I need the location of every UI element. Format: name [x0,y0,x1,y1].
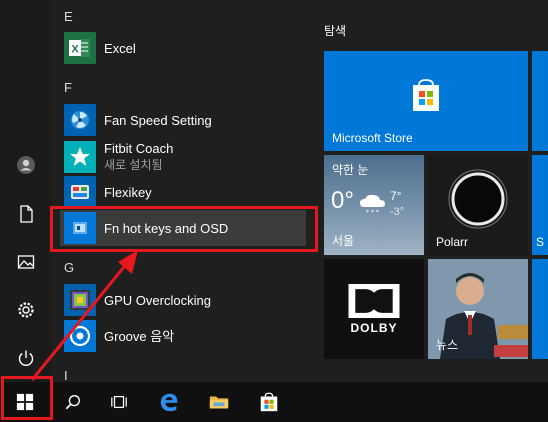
tile-dolby[interactable]: DOLBY [324,259,424,359]
list-item-label: Fitbit Coach [104,141,174,156]
tile-area: 탐색 Microsoft Store 약한 눈 0° * * * 7° -3° … [314,0,548,382]
tile-label: 뉴스 [436,338,459,352]
tile-group-label: 탐색 [324,24,347,38]
svg-text:* * *: * * * [366,209,379,215]
list-item-flexikey[interactable]: Flexikey [60,174,306,210]
tile-partial-right-2[interactable]: S [532,155,548,255]
task-view-icon [111,395,127,409]
list-item-label: Flexikey [104,184,152,200]
power-icon [18,350,34,366]
tile-label: Polarr [436,235,469,249]
file-explorer-button[interactable] [196,382,242,422]
tile-label: Microsoft Store [332,131,413,145]
task-view-button[interactable] [96,382,142,422]
store-bag-icon [260,392,278,412]
highlight-box-start-button [1,376,53,420]
start-left-rail [0,0,52,382]
group-header-e[interactable]: E [64,9,73,24]
groove-music-icon [64,320,96,352]
document-icon [20,205,33,223]
tile-polarr[interactable]: Polarr [428,155,528,255]
tile-label: S [536,235,545,249]
tile-partial-right-1[interactable] [532,51,548,151]
user-account-button[interactable] [0,143,52,187]
gear-icon [18,302,34,318]
edge-taskbar-button[interactable] [146,382,192,422]
group-header-f[interactable]: F [64,80,72,95]
weather-low: -3° [390,206,405,218]
excel-icon: X [64,32,96,64]
settings-button[interactable] [0,288,52,332]
app-list: E X Excel F Fan Speed Setting Fitbit Coa… [52,0,314,383]
list-item-label: Excel [104,40,136,56]
list-item-fitbit-coach[interactable]: Fitbit Coach 새로 설치됨 [60,138,306,176]
group-header-i[interactable]: I [64,368,68,383]
tile-news[interactable]: 뉴스 [428,259,528,359]
weather-condition: 약한 눈 [332,163,369,177]
dolby-label: DOLBY [350,321,398,335]
newly-installed-label: 새로 설치됨 [104,158,163,172]
weather-city: 서울 [332,234,355,248]
store-bag-icon [413,79,439,111]
start-menu: E X Excel F Fan Speed Setting Fitbit Coa… [0,0,548,422]
search-button[interactable] [50,382,96,422]
power-button[interactable] [0,336,52,380]
pictures-button[interactable] [0,240,52,284]
svg-text:X: X [71,44,79,56]
list-item-label: Groove 음악 [104,328,175,344]
folder-icon [209,396,229,409]
group-header-g[interactable]: G [64,260,74,275]
fitbit-star-icon [64,141,96,173]
weather-temperature: 0° [331,187,354,214]
list-item-label: Fan Speed Setting [104,112,212,128]
documents-button[interactable] [0,192,52,236]
search-icon [65,395,80,410]
list-item-label: GPU Overclocking [104,292,211,308]
tile-partial-right-3[interactable] [532,259,548,359]
taskbar [0,382,548,422]
gpu-overclocking-icon [64,284,96,316]
list-item-excel[interactable]: X Excel [60,30,306,66]
flexikey-icon [64,176,96,208]
edge-icon [160,393,178,412]
user-avatar-icon [17,156,35,174]
weather-high: 7° [390,189,402,203]
list-item-fan-speed-setting[interactable]: Fan Speed Setting [60,102,306,138]
highlight-box-fn-hotkeys [50,206,318,252]
fan-speed-icon [64,104,96,136]
tile-weather[interactable]: 약한 눈 0° * * * 7° -3° 서울 [324,155,424,255]
list-item-gpu-overclocking[interactable]: GPU Overclocking [60,282,306,318]
picture-icon [17,255,35,269]
store-taskbar-button[interactable] [246,382,292,422]
list-item-groove-music[interactable]: Groove 음악 [60,318,306,354]
snow-cloud-icon: * * * [360,194,385,215]
tile-microsoft-store[interactable]: Microsoft Store [324,51,528,151]
dolby-logo-icon [348,284,400,318]
